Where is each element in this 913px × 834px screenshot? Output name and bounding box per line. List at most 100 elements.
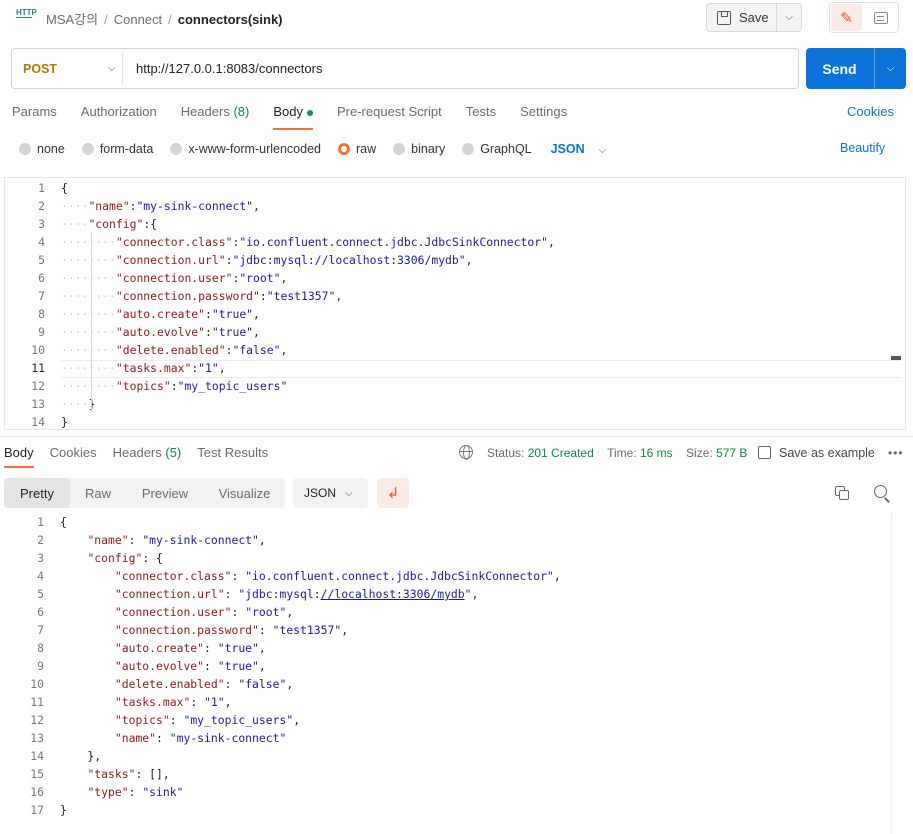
request-tabs: Params Authorization Headers (8) Body Pr… (12, 104, 591, 130)
code-text: }, (60, 749, 102, 763)
line-number: 3 (38, 217, 45, 231)
view-raw[interactable]: Raw (70, 478, 126, 508)
method-select[interactable]: POST ⌵ (23, 49, 123, 88)
search-icon[interactable] (874, 485, 887, 498)
code-text: "name": "my-sink-connect" (114, 731, 287, 745)
radio-x-www-form-urlencoded[interactable]: x-www-form-urlencoded (170, 142, 321, 156)
view-visualize[interactable]: Visualize (204, 478, 285, 508)
radio-icon (462, 143, 475, 155)
code-line: 4 ········"connector.class":"io.confluent… (5, 233, 885, 251)
size-value[interactable]: 577 B (716, 446, 747, 460)
radio-form-data[interactable]: form-data (81, 142, 153, 156)
wrap-lines-icon: ↲ (386, 485, 400, 502)
view-pretty[interactable]: Pretty (4, 478, 70, 508)
code-line: 17} (4, 801, 884, 819)
time-value[interactable]: 16 ms (640, 446, 673, 460)
response-body-viewer[interactable]: 1{2 "name": "my-sink-connect", 3 "config"… (4, 513, 906, 834)
tab-body[interactable]: Body (273, 104, 313, 130)
radio-raw[interactable]: raw (338, 142, 376, 156)
response-format-select[interactable]: JSON ⌵ (293, 478, 368, 508)
save-button[interactable]: Save (706, 3, 776, 32)
tab-settings[interactable]: Settings (520, 104, 567, 124)
code-line: 11 "tasks.max": "1", (4, 693, 884, 711)
save-example-icon (758, 446, 771, 459)
line-number: 11 (31, 361, 45, 375)
http-icon-text: HTTP (16, 8, 37, 17)
body-format-select[interactable]: JSON ⌵ (551, 142, 607, 156)
response-scrollbar[interactable] (891, 513, 906, 834)
code-line: 12 ········"topics":"my_topic_users" (5, 377, 885, 395)
size-label: Size: (686, 446, 713, 460)
line-number: 17 (30, 803, 44, 817)
code-line: 3 ····"config":{ (5, 215, 885, 233)
response-tab-body[interactable]: Body (4, 445, 34, 468)
line-number: 4 (37, 569, 44, 583)
line-number: 10 (30, 677, 44, 691)
send-dropdown-button[interactable]: ⌵ (875, 48, 906, 89)
cookies-link[interactable]: Cookies (847, 104, 894, 119)
radio-graphql[interactable]: GraphQL (462, 142, 532, 156)
code-line: 5 ········"connection.url":"jdbc:mysql://… (5, 251, 885, 269)
save-dropdown-button[interactable]: ⌵ (776, 3, 802, 32)
code-text: ········"topics":"my_topic_users" (61, 379, 288, 393)
line-number: 7 (38, 289, 45, 303)
more-options-icon[interactable]: ••• (888, 446, 904, 460)
url-input[interactable]: http://127.0.0.1:8083/connectors (136, 49, 322, 88)
code-line: 15 "tasks": [], (4, 765, 884, 783)
comments-button[interactable] (865, 4, 896, 31)
copy-icon[interactable] (835, 486, 849, 500)
code-line: 7 ········"connection.password":"test1357… (5, 287, 885, 305)
save-button-label: Save (739, 10, 769, 25)
send-button[interactable]: Send (806, 48, 873, 89)
line-number: 12 (31, 379, 45, 393)
radio-none[interactable]: none (19, 142, 65, 156)
response-tab-headers[interactable]: Headers (5) (113, 445, 182, 460)
code-line: 12 "topics": "my_topic_users", (4, 711, 884, 729)
breadcrumb-collection[interactable]: MSA강의 (46, 12, 98, 27)
line-number: 4 (38, 235, 45, 249)
tab-tests[interactable]: Tests (466, 104, 496, 124)
breadcrumb-folder[interactable]: Connect (114, 12, 162, 27)
url-bar: POST ⌵ http://127.0.0.1:8083/connectors (11, 48, 799, 89)
line-number: 5 (38, 253, 45, 267)
code-line: 8 "auto.create": "true", (4, 639, 884, 657)
code-line: 11 ········"tasks.max":"1", (5, 359, 885, 377)
send-button-group: Send ⌵ (806, 48, 906, 89)
radio-icon (170, 143, 183, 155)
response-tab-test-results[interactable]: Test Results (197, 445, 268, 460)
view-preview[interactable]: Preview (126, 478, 204, 508)
code-text: { (60, 515, 67, 529)
response-view-options: Pretty Raw Preview Visualize (4, 478, 285, 508)
code-line: 10 ········"delete.enabled":"false", (5, 341, 885, 359)
editor-scrollbar-thumb[interactable] (891, 356, 901, 360)
save-as-example-button[interactable]: Save as example (779, 446, 875, 460)
line-number: 2 (38, 199, 45, 213)
line-number: 11 (30, 695, 44, 709)
code-text: "connection.url": "jdbc:mysql://localhos… (114, 587, 479, 601)
tab-authorization[interactable]: Authorization (81, 104, 157, 124)
code-text: "name": "my-sink-connect", (87, 533, 266, 547)
globe-icon[interactable] (459, 445, 473, 460)
beautify-button[interactable]: Beautify (840, 141, 885, 155)
radio-binary[interactable]: binary (393, 142, 445, 156)
line-number: 8 (38, 307, 45, 321)
breadcrumb-current[interactable]: connectors(sink) (178, 12, 283, 27)
tab-params[interactable]: Params (12, 104, 57, 124)
code-line: 1{ (4, 513, 884, 531)
edit-mode-button[interactable]: ✎ (831, 4, 862, 31)
code-line: 14 }, (4, 747, 884, 765)
line-number: 10 (31, 343, 45, 357)
code-text: "connector.class": "io.confluent.connect… (114, 569, 561, 583)
tab-pre-request-script[interactable]: Pre-request Script (337, 104, 442, 124)
code-line: 6 "connection.user": "root", (4, 603, 884, 621)
response-tab-cookies[interactable]: Cookies (50, 445, 97, 460)
code-line: 7 "connection.password": "test1357", (4, 621, 884, 639)
tab-headers[interactable]: Headers (8) (181, 104, 250, 124)
request-body-editor[interactable]: 1{2 ····"name":"my-sink-connect", 3 ····"co… (4, 177, 906, 430)
code-line: 8 ········"auto.create":"true", (5, 305, 885, 323)
code-line: 9 ········"auto.evolve":"true", (5, 323, 885, 341)
wrap-lines-button[interactable]: ↲ (377, 478, 409, 508)
code-text: "tasks": [], (87, 767, 170, 781)
code-text: ········"connector.class":"io.confluent.… (61, 235, 555, 249)
status-value[interactable]: 201 Created (528, 446, 594, 460)
